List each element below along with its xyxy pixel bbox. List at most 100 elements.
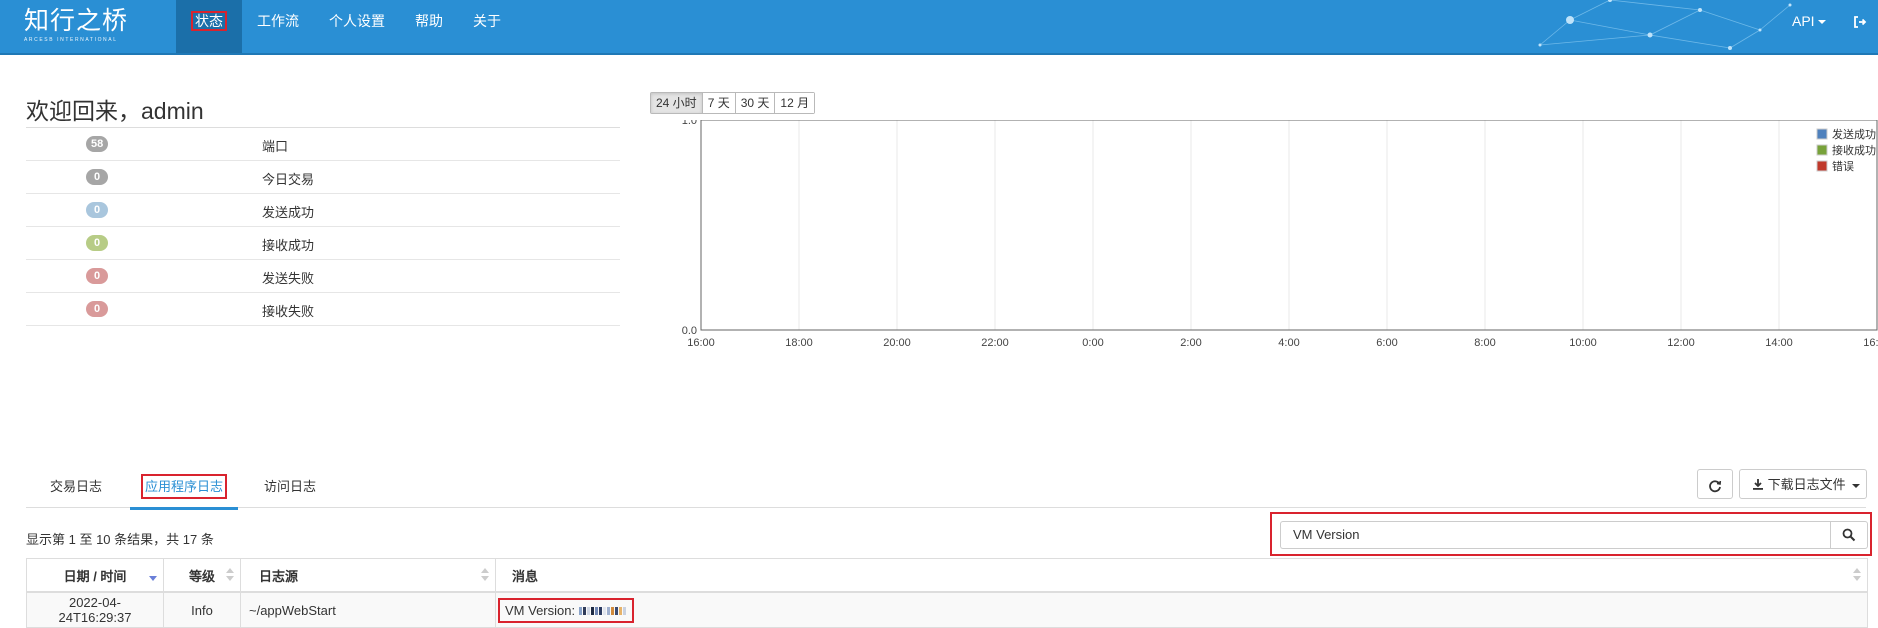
count-badge: 0 bbox=[86, 235, 108, 251]
stat-row-send-success[interactable]: 0 发送成功 bbox=[26, 194, 620, 227]
y-tick-label: 0.0 bbox=[682, 325, 697, 337]
x-tick-label: 20:00 bbox=[883, 337, 911, 349]
x-tick-label: 12:00 bbox=[1667, 337, 1695, 349]
refresh-button[interactable] bbox=[1697, 469, 1733, 499]
column-header-level[interactable]: 等级 bbox=[163, 558, 241, 593]
nav-item-workflow[interactable]: 工作流 bbox=[242, 0, 314, 53]
brand-logo[interactable]: 知行之桥 ARCESB INTERNATIONAL bbox=[24, 6, 134, 48]
stats-list: 58 端口 0 今日交易 0 发送成功 0 接收成功 0 发送失败 0 接收失败 bbox=[26, 127, 620, 326]
x-tick-label: 16:00 bbox=[1863, 337, 1878, 349]
welcome-heading: 欢迎回来，admin bbox=[26, 98, 204, 124]
log-search: VM Version bbox=[1270, 512, 1872, 556]
logout-icon[interactable] bbox=[1853, 15, 1867, 29]
nav-item-label: 关于 bbox=[473, 13, 501, 29]
result-summary: 显示第 1 至 10 条结果，共 17 条 bbox=[26, 532, 214, 547]
download-label: 下载日志文件 bbox=[1767, 477, 1846, 492]
stat-label: 发送失败 bbox=[262, 271, 315, 286]
download-log-button[interactable]: 下载日志文件 bbox=[1739, 469, 1867, 499]
redacted-value bbox=[578, 603, 627, 618]
api-dropdown[interactable]: API bbox=[1792, 0, 1826, 43]
count-badge: 0 bbox=[86, 202, 108, 218]
nav-item-label: 状态 bbox=[191, 11, 227, 31]
stat-row-send-failed[interactable]: 0 发送失败 bbox=[26, 260, 620, 293]
nav-item-about[interactable]: 关于 bbox=[458, 0, 516, 53]
column-label: 日志源 bbox=[259, 568, 299, 584]
api-label: API bbox=[1792, 13, 1815, 29]
log-table: 日期 / 时间 等级 日志源 消息 2022-04-24T16:29:37 In… bbox=[26, 558, 1868, 628]
count-badge: 58 bbox=[86, 136, 109, 152]
legend-label: 发送成功 bbox=[1832, 127, 1876, 141]
count-badge: 0 bbox=[86, 169, 108, 185]
stat-label: 发送成功 bbox=[262, 205, 315, 220]
x-tick-label: 10:00 bbox=[1569, 337, 1597, 349]
stat-row-today-transactions[interactable]: 0 今日交易 bbox=[26, 161, 620, 194]
stat-label: 接收失败 bbox=[262, 304, 315, 319]
count-badge: 0 bbox=[86, 268, 108, 284]
range-12m-button[interactable]: 12 月 bbox=[774, 93, 815, 113]
network-decoration bbox=[1538, 0, 1792, 50]
legend-swatch bbox=[1816, 160, 1828, 172]
message-text: VM Version: bbox=[505, 602, 576, 618]
x-tick-label: 18:00 bbox=[785, 337, 813, 349]
stat-row-receive-failed[interactable]: 0 接收失败 bbox=[26, 293, 620, 326]
cell-message: VM Version: bbox=[495, 591, 1868, 628]
x-tick-label: 22:00 bbox=[981, 337, 1009, 349]
nav-item-help[interactable]: 帮助 bbox=[400, 0, 458, 53]
caret-down-icon bbox=[1852, 483, 1861, 488]
time-range-selector: 24 小时 7 天 30 天 12 月 bbox=[650, 92, 816, 114]
sort-icon bbox=[1853, 568, 1861, 581]
refresh-icon bbox=[1709, 479, 1722, 492]
x-tick-label: 16:00 bbox=[687, 337, 715, 349]
x-tick-label: 4:00 bbox=[1278, 337, 1299, 349]
range-30d-button[interactable]: 30 天 bbox=[734, 93, 775, 113]
x-tick-label: 0:00 bbox=[1082, 337, 1103, 349]
range-7d-button[interactable]: 7 天 bbox=[701, 93, 735, 113]
message-highlight: VM Version: bbox=[498, 597, 634, 623]
main-nav: 状态 工作流 个人设置 帮助 关于 bbox=[176, 0, 516, 53]
brand-name: 知行之桥 bbox=[24, 6, 129, 35]
column-label: 消息 bbox=[512, 568, 539, 584]
legend-swatch bbox=[1816, 144, 1828, 156]
stat-row-ports[interactable]: 58 端口 bbox=[26, 128, 620, 161]
column-header-datetime[interactable]: 日期 / 时间 bbox=[26, 558, 164, 593]
download-icon bbox=[1753, 479, 1763, 490]
sort-icon bbox=[226, 568, 234, 581]
sort-desc-icon bbox=[149, 576, 157, 581]
tab-access-log[interactable]: 访问日志 bbox=[248, 467, 332, 507]
column-label: 日期 / 时间 bbox=[63, 568, 127, 584]
stat-label: 端口 bbox=[262, 139, 289, 154]
caret-down-icon bbox=[1817, 20, 1826, 25]
x-tick-label: 14:00 bbox=[1765, 337, 1793, 349]
nav-item-status[interactable]: 状态 bbox=[176, 0, 242, 53]
x-tick-label: 8:00 bbox=[1474, 337, 1495, 349]
range-24h-button[interactable]: 24 小时 bbox=[651, 93, 702, 113]
sort-icon bbox=[481, 568, 489, 581]
y-tick-label: 1.0 bbox=[682, 120, 697, 127]
search-icon bbox=[1842, 528, 1856, 542]
brand-subtitle: ARCESB INTERNATIONAL bbox=[24, 37, 118, 43]
tab-transaction-log[interactable]: 交易日志 bbox=[26, 467, 126, 507]
stat-row-receive-success[interactable]: 0 接收成功 bbox=[26, 227, 620, 260]
nav-item-personal-settings[interactable]: 个人设置 bbox=[314, 0, 400, 53]
tab-label: 访问日志 bbox=[263, 479, 316, 494]
count-badge: 0 bbox=[86, 301, 108, 317]
column-header-message[interactable]: 消息 bbox=[495, 558, 1868, 593]
legend-label: 接收成功 bbox=[1832, 143, 1876, 157]
tab-label: 交易日志 bbox=[49, 479, 102, 494]
cell-level: Info bbox=[163, 591, 241, 628]
legend-label: 错误 bbox=[1832, 159, 1854, 173]
stat-label: 接收成功 bbox=[262, 238, 315, 253]
nav-item-label: 个人设置 bbox=[329, 13, 385, 29]
column-header-source[interactable]: 日志源 bbox=[240, 558, 496, 593]
legend-swatch bbox=[1816, 128, 1828, 140]
stat-label: 今日交易 bbox=[262, 172, 315, 187]
nav-item-label: 帮助 bbox=[415, 13, 443, 29]
top-navbar: 知行之桥 ARCESB INTERNATIONAL 状态 工作流 个人设置 帮助… bbox=[0, 0, 1878, 55]
activity-chart: 16:00 18:00 20:00 22:00 0:00 2:00 4:00 6:00 8:00… bbox=[682, 120, 1878, 349]
search-button[interactable] bbox=[1830, 521, 1868, 549]
tab-application-log[interactable]: 应用程序日志 bbox=[130, 467, 238, 510]
column-label: 等级 bbox=[188, 568, 215, 584]
search-input[interactable]: VM Version bbox=[1280, 521, 1830, 549]
cell-datetime: 2022-04-24T16:29:37 bbox=[26, 591, 164, 628]
table-row[interactable]: 2022-04-24T16:29:37 Info ~/appWebStart V… bbox=[26, 591, 1868, 628]
